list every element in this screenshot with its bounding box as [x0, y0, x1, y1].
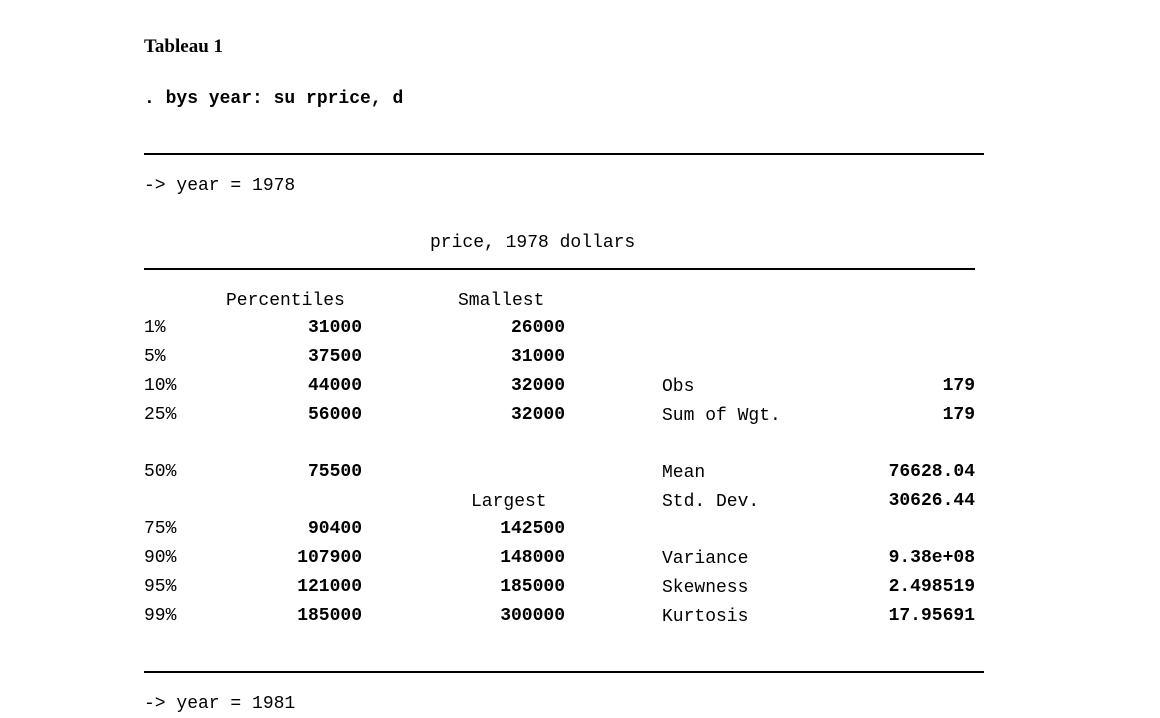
stat-label: Obs — [662, 377, 695, 397]
bottom-divider — [144, 671, 984, 673]
largest-value: 142500 — [500, 519, 565, 539]
stat-value: 76628.04 — [888, 462, 975, 482]
stat-value: 17.95691 — [888, 606, 975, 626]
stat-label: Mean — [662, 463, 706, 483]
pct-label: 25% — [144, 405, 177, 425]
pct-label: 5% — [144, 347, 166, 367]
stat-label: Kurtosis — [662, 607, 749, 627]
pct-label: 75% — [144, 519, 177, 539]
largest-value: 148000 — [500, 548, 565, 568]
pct-label: 1% — [144, 318, 166, 338]
pct-value: 37500 — [307, 347, 362, 367]
largest-value: 185000 — [500, 577, 565, 597]
pct-value: 90400 — [307, 519, 362, 539]
stat-value: 179 — [942, 376, 975, 396]
largest-header: Largest — [471, 492, 547, 512]
stat-label: Std. Dev. — [662, 492, 760, 512]
pct-label: 10% — [144, 376, 177, 396]
group-header-1981: -> year = 1981 — [144, 694, 296, 714]
stat-label: Skewness — [662, 578, 749, 598]
group-header-1978: -> year = 1978 — [144, 176, 296, 196]
table-title: Tableau 1 — [144, 36, 224, 57]
pct-value: 121000 — [297, 577, 362, 597]
stat-value: 30626.44 — [888, 491, 975, 511]
pct-value: 75500 — [307, 462, 362, 482]
top-divider — [144, 153, 984, 155]
stat-value: 9.38e+08 — [888, 548, 975, 568]
pct-value: 31000 — [307, 318, 362, 338]
pct-label: 95% — [144, 577, 177, 597]
smallest-value: 31000 — [510, 347, 565, 367]
variable-label: price, 1978 dollars — [430, 233, 636, 253]
table-header-divider — [144, 268, 975, 270]
stat-label: Sum of Wgt. — [662, 406, 781, 426]
pct-value: 185000 — [297, 606, 362, 626]
stat-label: Variance — [662, 549, 749, 569]
stata-command: . bys year: su rprice, d — [144, 89, 404, 109]
pct-label: 50% — [144, 462, 177, 482]
pct-value: 56000 — [307, 405, 362, 425]
stat-value: 179 — [942, 405, 975, 425]
pct-label: 90% — [144, 548, 177, 568]
percentiles-header: Percentiles — [226, 291, 345, 311]
smallest-value: 32000 — [510, 405, 565, 425]
pct-value: 107900 — [297, 548, 362, 568]
pct-label: 99% — [144, 606, 177, 626]
pct-value: 44000 — [307, 376, 362, 396]
smallest-value: 26000 — [510, 318, 565, 338]
largest-value: 300000 — [500, 606, 565, 626]
smallest-header: Smallest — [458, 291, 545, 311]
smallest-value: 32000 — [510, 376, 565, 396]
stat-value: 2.498519 — [888, 577, 975, 597]
